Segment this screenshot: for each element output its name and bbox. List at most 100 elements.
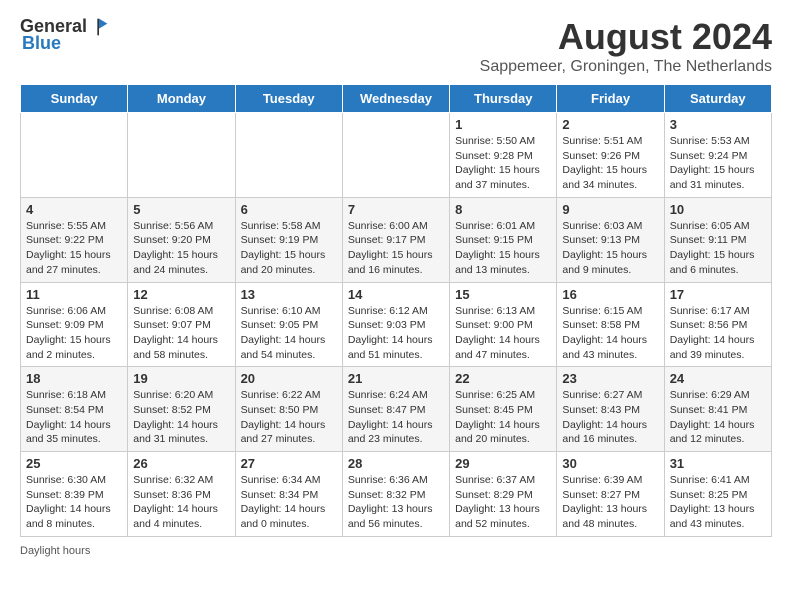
day-info: Sunrise: 6:27 AM Sunset: 8:43 PM Dayligh… <box>562 388 658 447</box>
title-area: August 2024 Sappemeer, Groningen, The Ne… <box>480 16 772 76</box>
calendar-cell: 1 Sunrise: 5:50 AM Sunset: 9:28 PM Daylig… <box>450 113 557 198</box>
day-info: Sunrise: 6:37 AM Sunset: 8:29 PM Dayligh… <box>455 473 551 532</box>
day-info: Sunrise: 6:41 AM Sunset: 8:25 PM Dayligh… <box>670 473 766 532</box>
calendar-week-1: 1 Sunrise: 5:50 AM Sunset: 9:28 PM Daylig… <box>21 113 772 198</box>
day-info: Sunrise: 6:20 AM Sunset: 8:52 PM Dayligh… <box>133 388 229 447</box>
calendar-cell: 15 Sunrise: 6:13 AM Sunset: 9:00 PM Dayli… <box>450 282 557 367</box>
day-number: 26 <box>133 456 229 471</box>
calendar-cell: 14 Sunrise: 6:12 AM Sunset: 9:03 PM Dayli… <box>342 282 449 367</box>
day-number: 4 <box>26 202 122 217</box>
calendar-cell: 28Sunrise: 6:36 AM Sunset: 8:32 PM Dayli… <box>342 452 449 537</box>
calendar-cell: 20Sunrise: 6:22 AM Sunset: 8:50 PM Dayli… <box>235 367 342 452</box>
calendar-header-tuesday: Tuesday <box>235 85 342 113</box>
calendar-cell: 25 Sunrise: 6:30 AM Sunset: 8:39 PM Dayli… <box>21 452 128 537</box>
daylight-label: Daylight hours <box>20 545 90 557</box>
calendar-week-4: 18 Sunrise: 6:18 AM Sunset: 8:54 PM Dayli… <box>21 367 772 452</box>
calendar-cell: 29 Sunrise: 6:37 AM Sunset: 8:29 PM Dayli… <box>450 452 557 537</box>
day-info: Sunrise: 6:29 AM Sunset: 8:41 PM Dayligh… <box>670 388 766 447</box>
day-number: 16 <box>562 287 658 302</box>
day-info: Sunrise: 6:25 AM Sunset: 8:45 PM Dayligh… <box>455 388 551 447</box>
day-info: Sunrise: 6:00 AM Sunset: 9:17 PM Dayligh… <box>348 219 444 278</box>
calendar-week-5: 25 Sunrise: 6:30 AM Sunset: 8:39 PM Dayli… <box>21 452 772 537</box>
day-number: 14 <box>348 287 444 302</box>
day-info: Sunrise: 6:18 AM Sunset: 8:54 PM Dayligh… <box>26 388 122 447</box>
calendar-cell: 22 Sunrise: 6:25 AM Sunset: 8:45 PM Dayli… <box>450 367 557 452</box>
day-info: Sunrise: 6:39 AM Sunset: 8:27 PM Dayligh… <box>562 473 658 532</box>
day-info: Sunrise: 6:34 AM Sunset: 8:34 PM Dayligh… <box>241 473 337 532</box>
day-info: Sunrise: 6:06 AM Sunset: 9:09 PM Dayligh… <box>26 304 122 363</box>
calendar-cell: 8 Sunrise: 6:01 AM Sunset: 9:15 PM Daylig… <box>450 197 557 282</box>
day-number: 13 <box>241 287 337 302</box>
day-info: Sunrise: 6:12 AM Sunset: 9:03 PM Dayligh… <box>348 304 444 363</box>
day-info: Sunrise: 6:01 AM Sunset: 9:15 PM Dayligh… <box>455 219 551 278</box>
day-info: Sunrise: 6:30 AM Sunset: 8:39 PM Dayligh… <box>26 473 122 532</box>
calendar-cell: 17Sunrise: 6:17 AM Sunset: 8:56 PM Dayli… <box>664 282 771 367</box>
day-info: Sunrise: 5:51 AM Sunset: 9:26 PM Dayligh… <box>562 134 658 193</box>
calendar-header-row: SundayMondayTuesdayWednesdayThursdayFrid… <box>21 85 772 113</box>
calendar-cell: 18 Sunrise: 6:18 AM Sunset: 8:54 PM Dayli… <box>21 367 128 452</box>
day-info: Sunrise: 6:17 AM Sunset: 8:56 PM Dayligh… <box>670 304 766 363</box>
day-number: 25 <box>26 456 122 471</box>
day-number: 12 <box>133 287 229 302</box>
calendar-cell: 24 Sunrise: 6:29 AM Sunset: 8:41 PM Dayli… <box>664 367 771 452</box>
day-number: 18 <box>26 371 122 386</box>
logo-icon <box>89 17 109 37</box>
calendar-cell <box>128 113 235 198</box>
calendar-header-sunday: Sunday <box>21 85 128 113</box>
day-info: Sunrise: 5:55 AM Sunset: 9:22 PM Dayligh… <box>26 219 122 278</box>
calendar-cell: 27Sunrise: 6:34 AM Sunset: 8:34 PM Dayli… <box>235 452 342 537</box>
calendar-cell <box>342 113 449 198</box>
day-number: 3 <box>670 117 766 132</box>
day-info: Sunrise: 5:58 AM Sunset: 9:19 PM Dayligh… <box>241 219 337 278</box>
calendar-header-thursday: Thursday <box>450 85 557 113</box>
calendar-cell: 19 Sunrise: 6:20 AM Sunset: 8:52 PM Dayli… <box>128 367 235 452</box>
day-number: 11 <box>26 287 122 302</box>
day-info: Sunrise: 6:13 AM Sunset: 9:00 PM Dayligh… <box>455 304 551 363</box>
logo-blue: Blue <box>22 33 61 54</box>
calendar-cell: 5 Sunrise: 5:56 AM Sunset: 9:20 PM Daylig… <box>128 197 235 282</box>
calendar-cell <box>21 113 128 198</box>
day-info: Sunrise: 6:10 AM Sunset: 9:05 PM Dayligh… <box>241 304 337 363</box>
location: Sappemeer, Groningen, The Netherlands <box>480 58 772 76</box>
day-number: 10 <box>670 202 766 217</box>
calendar-cell: 4 Sunrise: 5:55 AM Sunset: 9:22 PM Daylig… <box>21 197 128 282</box>
day-number: 29 <box>455 456 551 471</box>
calendar-cell: 7Sunrise: 6:00 AM Sunset: 9:17 PM Daylig… <box>342 197 449 282</box>
day-number: 2 <box>562 117 658 132</box>
day-number: 5 <box>133 202 229 217</box>
day-info: Sunrise: 5:50 AM Sunset: 9:28 PM Dayligh… <box>455 134 551 193</box>
day-number: 1 <box>455 117 551 132</box>
calendar-cell: 3Sunrise: 5:53 AM Sunset: 9:24 PM Daylig… <box>664 113 771 198</box>
day-number: 15 <box>455 287 551 302</box>
day-number: 22 <box>455 371 551 386</box>
day-info: Sunrise: 5:56 AM Sunset: 9:20 PM Dayligh… <box>133 219 229 278</box>
calendar-cell: 9Sunrise: 6:03 AM Sunset: 9:13 PM Daylig… <box>557 197 664 282</box>
day-number: 19 <box>133 371 229 386</box>
calendar-cell <box>235 113 342 198</box>
day-info: Sunrise: 6:24 AM Sunset: 8:47 PM Dayligh… <box>348 388 444 447</box>
calendar-header-monday: Monday <box>128 85 235 113</box>
calendar: SundayMondayTuesdayWednesdayThursdayFrid… <box>20 84 772 537</box>
day-number: 8 <box>455 202 551 217</box>
day-number: 6 <box>241 202 337 217</box>
footer-note: Daylight hours <box>20 545 772 557</box>
calendar-cell: 13 Sunrise: 6:10 AM Sunset: 9:05 PM Dayli… <box>235 282 342 367</box>
calendar-header-wednesday: Wednesday <box>342 85 449 113</box>
calendar-cell: 12 Sunrise: 6:08 AM Sunset: 9:07 PM Dayli… <box>128 282 235 367</box>
day-info: Sunrise: 6:08 AM Sunset: 9:07 PM Dayligh… <box>133 304 229 363</box>
day-info: Sunrise: 6:05 AM Sunset: 9:11 PM Dayligh… <box>670 219 766 278</box>
calendar-cell: 30Sunrise: 6:39 AM Sunset: 8:27 PM Dayli… <box>557 452 664 537</box>
day-number: 9 <box>562 202 658 217</box>
calendar-cell: 31Sunrise: 6:41 AM Sunset: 8:25 PM Dayli… <box>664 452 771 537</box>
day-info: Sunrise: 6:22 AM Sunset: 8:50 PM Dayligh… <box>241 388 337 447</box>
calendar-cell: 21Sunrise: 6:24 AM Sunset: 8:47 PM Dayli… <box>342 367 449 452</box>
calendar-cell: 26Sunrise: 6:32 AM Sunset: 8:36 PM Dayli… <box>128 452 235 537</box>
header: General Blue August 2024 Sappemeer, Gron… <box>20 16 772 76</box>
logo: General Blue <box>20 16 109 54</box>
day-info: Sunrise: 6:15 AM Sunset: 8:58 PM Dayligh… <box>562 304 658 363</box>
day-info: Sunrise: 6:36 AM Sunset: 8:32 PM Dayligh… <box>348 473 444 532</box>
day-number: 24 <box>670 371 766 386</box>
calendar-header-friday: Friday <box>557 85 664 113</box>
month-year: August 2024 <box>480 16 772 58</box>
calendar-cell: 2 Sunrise: 5:51 AM Sunset: 9:26 PM Daylig… <box>557 113 664 198</box>
